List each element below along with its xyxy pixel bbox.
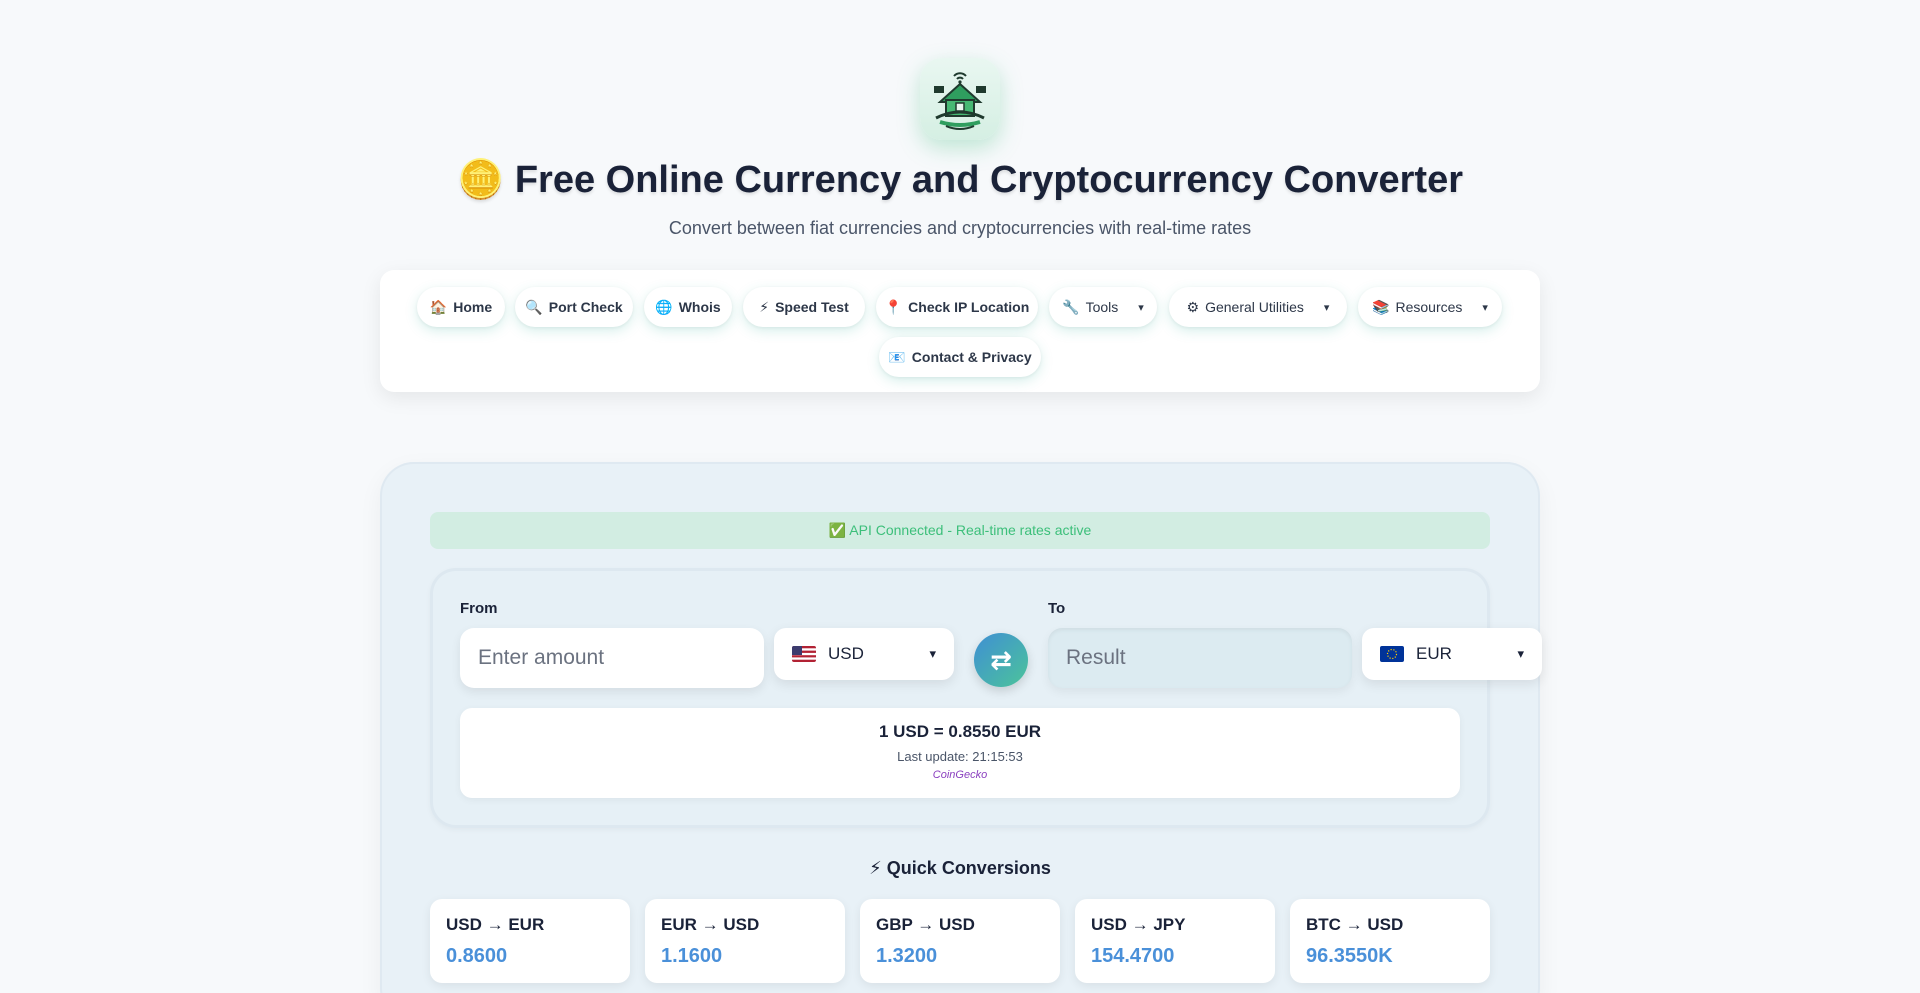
books-icon: 📚 [1372, 298, 1390, 315]
to-currency-value: EUR [1416, 644, 1452, 663]
quick-conversion-card[interactable]: EUR → USD 1.1600 [645, 899, 845, 983]
quick-conversion-pair: USD → JPY [1091, 915, 1186, 934]
lightning-icon: ⚡ [759, 298, 770, 315]
chevron-down-icon: ▾ [929, 646, 936, 661]
quick-conversion-card[interactable]: USD → JPY 154.4700 [1075, 899, 1275, 983]
swap-arrows-icon: ⇄ [990, 644, 1012, 675]
smart-home-logo-icon [934, 72, 986, 130]
nav-tools-label: Tools [1085, 299, 1119, 315]
globe-icon: 🌐 [655, 298, 673, 315]
wrench-icon: 🔧 [1062, 298, 1080, 315]
exchange-rate-text: 1 USD = 0.8550 EUR [878, 722, 1042, 741]
home-icon: 🏠 [429, 298, 448, 315]
to-label: To [1048, 600, 1066, 617]
to-currency-select[interactable]: EUR ▾ [1362, 628, 1542, 680]
nav-whois[interactable]: 🌐 Whois [644, 287, 732, 327]
api-status-banner: ✅ API Connected - Real-time rates active [430, 512, 1490, 549]
quick-conversion-card[interactable]: BTC → USD 96.3550K [1290, 899, 1490, 983]
nav-general-utilities-label: General Utilities [1205, 299, 1304, 315]
eu-flag-icon [1380, 646, 1404, 662]
quick-conversion-value: 0.8600 [446, 945, 508, 967]
nav-port-check-label: Port Check [548, 299, 623, 315]
from-currency-select[interactable]: USD ▾ [774, 628, 954, 680]
quick-conversion-card[interactable]: USD → EUR 0.8600 [430, 899, 630, 983]
pin-icon: 📍 [884, 298, 903, 315]
us-flag-icon [792, 646, 816, 662]
page-title: 🪙 Free Online Currency and Cryptocurrenc… [456, 159, 1464, 201]
quick-conversion-value: 1.1600 [661, 945, 723, 967]
gear-icon: ⚙ [1186, 298, 1200, 315]
chevron-down-icon: ▾ [1323, 301, 1330, 314]
quick-conversion-card[interactable]: GBP → USD 1.3200 [860, 899, 1060, 983]
nav-general-utilities-dropdown[interactable]: ⚙ General Utilities ▾ [1169, 287, 1347, 327]
result-field[interactable] [1048, 628, 1352, 688]
quick-conversion-value: 1.3200 [876, 945, 938, 967]
chevron-down-icon: ▾ [1138, 301, 1144, 314]
nav-port-check[interactable]: 🔍 Port Check [515, 287, 633, 327]
nav-home-label: Home [453, 299, 493, 315]
quick-conversion-value: 96.3550K [1306, 945, 1393, 967]
quick-conversion-value: 154.4700 [1091, 945, 1175, 967]
main-nav: 🏠 Home 🔍 Port Check 🌐 Whois ⚡ Speed Test… [380, 270, 1540, 392]
nav-resources-label: Resources [1395, 299, 1463, 315]
nav-home[interactable]: 🏠 Home [417, 287, 505, 327]
nav-whois-label: Whois [678, 299, 721, 315]
chevron-down-icon: ▾ [1482, 301, 1488, 314]
nav-contact-privacy-label: Contact & Privacy [911, 349, 1032, 365]
nav-speed-test[interactable]: ⚡ Speed Test [743, 287, 865, 327]
site-logo[interactable] [920, 58, 1000, 140]
magnifier-icon: 🔍 [525, 298, 543, 315]
quick-conversion-pair: BTC → USD [1306, 915, 1404, 934]
nav-speed-test-label: Speed Test [775, 299, 849, 315]
quick-conversion-pair: USD → EUR [446, 915, 545, 934]
swap-currencies-button[interactable]: ⇄ [974, 633, 1028, 687]
nav-check-ip-location[interactable]: 📍 Check IP Location [876, 287, 1038, 327]
chevron-down-icon: ▾ [1517, 646, 1524, 661]
from-currency-value: USD [828, 644, 864, 663]
rate-info-box: 1 USD = 0.8550 EUR Last update: 21:15:53… [460, 708, 1460, 798]
quick-conversion-pair: EUR → USD [661, 915, 760, 934]
nav-resources-dropdown[interactable]: 📚 Resources ▾ [1358, 287, 1502, 327]
nav-check-ip-location-label: Check IP Location [908, 299, 1030, 315]
mail-icon: 📧 [888, 348, 906, 365]
quick-conversions-title: ⚡ Quick Conversions [869, 858, 1051, 878]
nav-contact-privacy[interactable]: 📧 Contact & Privacy [879, 337, 1041, 377]
nav-tools-dropdown[interactable]: 🔧 Tools ▾ [1049, 287, 1157, 327]
quick-conversion-pair: GBP → USD [876, 915, 975, 934]
amount-input[interactable] [460, 628, 764, 688]
last-update-text: Last update: 21:15:53 [897, 749, 1023, 764]
page-subtitle: Convert between fiat currencies and cryp… [668, 218, 1252, 238]
from-label: From [460, 600, 498, 617]
rate-source-label: CoinGecko [932, 769, 988, 781]
